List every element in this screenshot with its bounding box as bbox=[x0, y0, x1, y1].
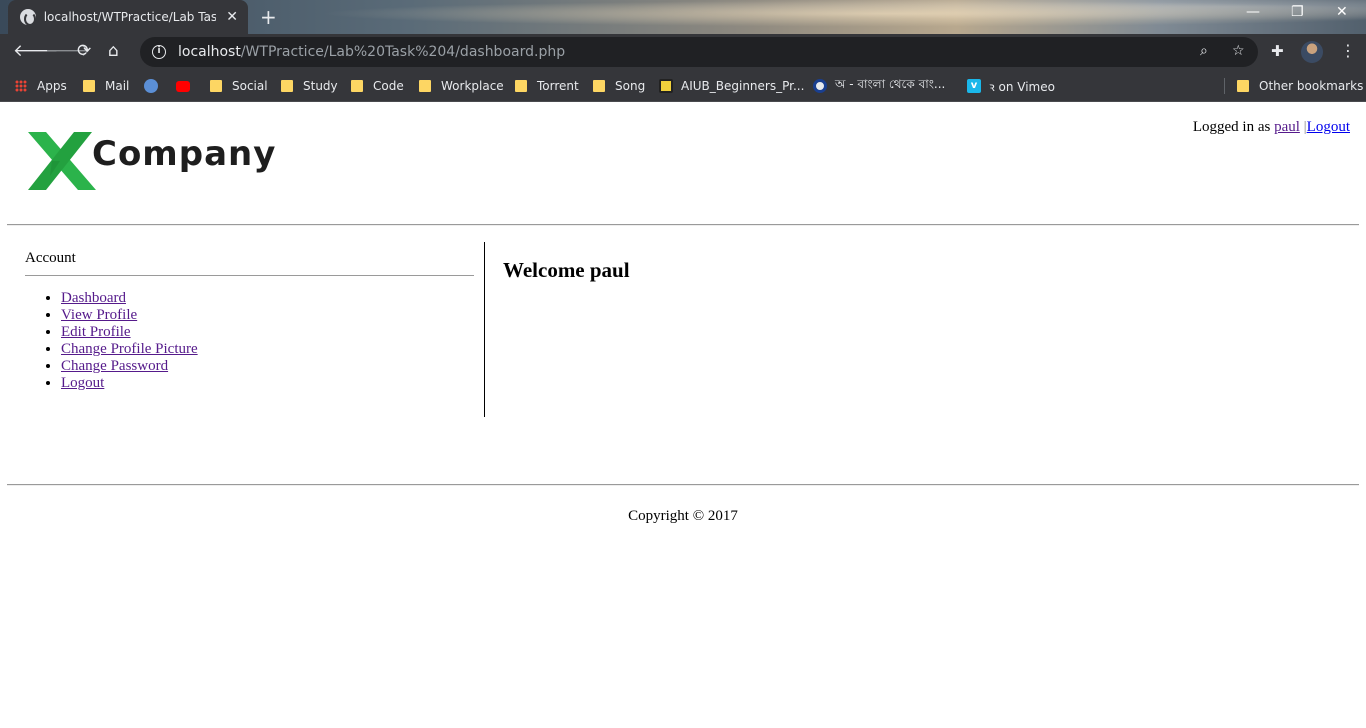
folder-icon bbox=[1237, 80, 1249, 92]
menu-link-change-picture[interactable]: Change Profile Picture bbox=[61, 341, 198, 357]
folder-icon bbox=[515, 80, 527, 92]
bookmark-youtube[interactable] bbox=[176, 76, 198, 96]
bookmark-study[interactable]: Study bbox=[281, 76, 338, 96]
smiley-icon bbox=[659, 79, 673, 93]
menu-link-edit-profile[interactable]: Edit Profile bbox=[61, 324, 131, 340]
globe-icon bbox=[20, 9, 36, 26]
bookmark-torrent[interactable]: Torrent bbox=[515, 76, 579, 96]
menu-link-change-password[interactable]: Change Password bbox=[61, 358, 168, 374]
menu-item: Change Password bbox=[61, 358, 198, 375]
menu-kebab-icon[interactable]: ⋮ bbox=[1340, 41, 1356, 60]
address-bar[interactable]: i localhost/WTPractice/Lab%20Task%204/da… bbox=[140, 37, 1258, 67]
bookmark-other[interactable]: Other bookmarks bbox=[1237, 76, 1363, 96]
bookmark-aiub[interactable]: AIUB_Beginners_Pr... bbox=[659, 76, 804, 96]
footer-divider bbox=[7, 484, 1359, 486]
tab-close-icon[interactable]: ✕ bbox=[226, 9, 238, 25]
browser-toolbar: 🡐 🡒 ⟳ ⌂ i localhost/WTPractice/Lab%20Tas… bbox=[0, 34, 1366, 70]
url-text: localhost/WTPractice/Lab%20Task%204/dash… bbox=[178, 44, 566, 60]
username-link[interactable]: paul bbox=[1274, 119, 1300, 135]
minimize-icon[interactable]: — bbox=[1246, 4, 1260, 20]
login-info: Logged in as paul |Logout bbox=[1193, 119, 1350, 136]
tab-title: localhost/WTPractice/Lab Task 4 bbox=[43, 10, 217, 24]
youtube-icon bbox=[176, 80, 190, 92]
header-divider bbox=[7, 224, 1359, 226]
browser-tab[interactable]: localhost/WTPractice/Lab Task 4 ✕ bbox=[8, 0, 248, 34]
logged-in-label: Logged in as bbox=[1192, 119, 1271, 135]
folder-icon bbox=[593, 80, 605, 92]
bookmark-separator bbox=[1224, 78, 1225, 94]
bookmark-social[interactable]: Social bbox=[210, 76, 268, 96]
company-logo: Company bbox=[26, 130, 275, 192]
folder-icon bbox=[83, 80, 95, 92]
menu-item: View Profile bbox=[61, 307, 198, 324]
restore-icon[interactable]: ❐ bbox=[1291, 4, 1304, 20]
menu-item: Edit Profile bbox=[61, 324, 198, 341]
reload-icon[interactable]: ⟳ bbox=[77, 41, 91, 61]
x-logo-icon bbox=[28, 132, 96, 190]
star-icon[interactable]: ☆ bbox=[1232, 43, 1245, 59]
apps-grid-icon bbox=[15, 80, 27, 92]
sidebar-divider bbox=[25, 275, 474, 276]
bookmark-workplace[interactable]: Workplace bbox=[419, 76, 504, 96]
folder-icon bbox=[281, 80, 293, 92]
menu-item: Dashboard bbox=[61, 290, 198, 307]
vimeo-icon: v bbox=[967, 79, 981, 93]
bookmark-apps[interactable]: Apps bbox=[15, 76, 67, 96]
menu-item: Logout bbox=[61, 375, 198, 392]
menu-link-logout[interactable]: Logout bbox=[61, 375, 104, 391]
avro-icon bbox=[813, 79, 827, 93]
menu-link-view-profile[interactable]: View Profile bbox=[61, 307, 137, 323]
info-icon[interactable]: i bbox=[152, 45, 166, 59]
page-content: Company Logged in as paul |Logout Accoun… bbox=[0, 103, 1366, 728]
copyright-text: Copyright © 2017 bbox=[628, 508, 738, 524]
window-close-icon[interactable]: ✕ bbox=[1336, 4, 1348, 20]
menu-link-dashboard[interactable]: Dashboard bbox=[61, 290, 126, 306]
bookmarks-bar: Apps Mail Social Study Code Workplace To… bbox=[0, 70, 1366, 102]
welcome-heading: Welcome paul bbox=[503, 258, 630, 282]
sidebar: Account Dashboard View Profile Edit Prof… bbox=[25, 242, 485, 417]
bookmark-avro[interactable]: অ - বাংলা থেকে বাং... bbox=[813, 76, 945, 96]
folder-icon bbox=[419, 80, 431, 92]
menu-item: Change Profile Picture bbox=[61, 341, 198, 358]
new-tab-icon[interactable]: + bbox=[260, 5, 277, 29]
account-menu: Dashboard View Profile Edit Profile Chan… bbox=[61, 290, 198, 392]
bookmark-code[interactable]: Code bbox=[351, 76, 404, 96]
shield-icon bbox=[144, 79, 158, 93]
folder-icon bbox=[210, 80, 222, 92]
bookmark-vimeo[interactable]: vꝛ on Vimeo bbox=[967, 76, 1055, 96]
logo-text: Company bbox=[92, 134, 277, 174]
home-icon[interactable]: ⌂ bbox=[108, 41, 119, 61]
extensions-icon[interactable]: ✚ bbox=[1271, 42, 1284, 60]
folder-icon bbox=[351, 80, 363, 92]
bookmark-shield[interactable] bbox=[144, 76, 166, 96]
bookmark-mail[interactable]: Mail bbox=[83, 76, 129, 96]
profile-avatar[interactable] bbox=[1301, 41, 1323, 63]
bookmark-song[interactable]: Song bbox=[593, 76, 645, 96]
zoom-icon[interactable]: ⌕ bbox=[1200, 43, 1208, 59]
header-logout-link[interactable]: Logout bbox=[1307, 119, 1350, 135]
sidebar-title: Account bbox=[25, 250, 76, 266]
